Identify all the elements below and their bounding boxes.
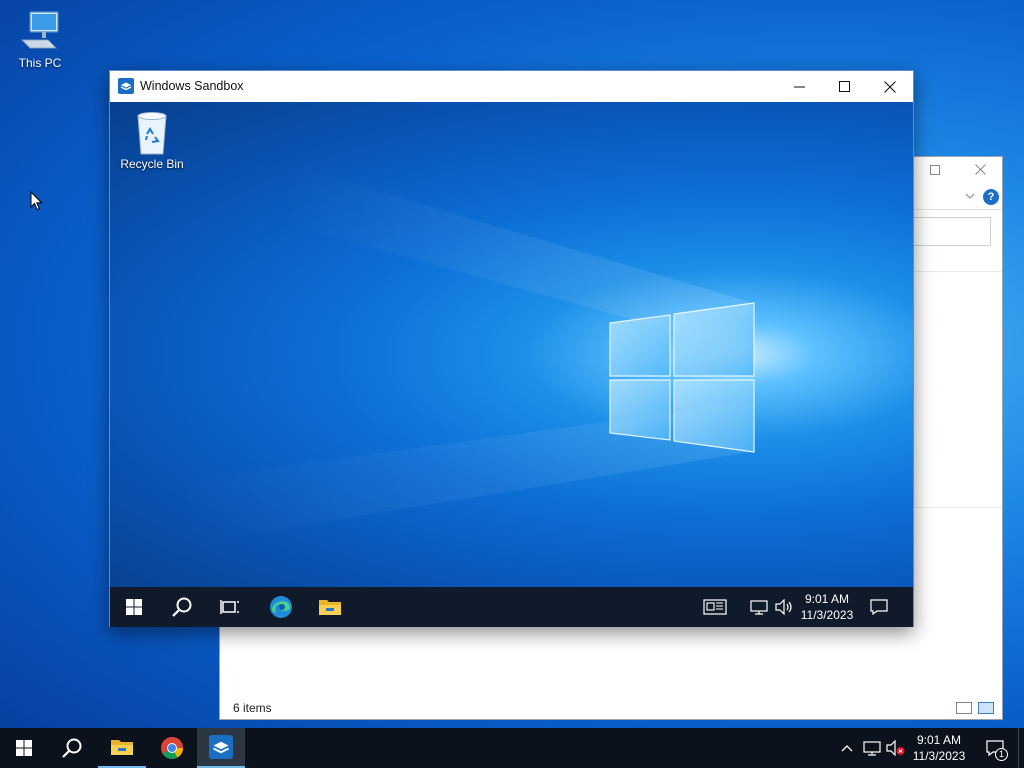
search-icon [62, 738, 82, 758]
recycle-bin-desktop-icon[interactable]: Recycle Bin [117, 110, 187, 171]
sandbox-notifications-button[interactable] [864, 587, 894, 627]
close-icon [884, 80, 896, 93]
chrome-taskbar-button[interactable] [148, 728, 196, 768]
this-pc-label: This PC [18, 56, 62, 70]
computer-icon [20, 11, 59, 49]
recycle-bin-icon [137, 112, 167, 155]
sandbox-edge-button[interactable] [257, 587, 305, 627]
volume-muted-icon [886, 740, 905, 756]
view-toggle-group [956, 702, 994, 714]
volume-icon [775, 599, 792, 615]
task-view-icon [220, 600, 239, 614]
sandbox-file-explorer-button[interactable] [306, 587, 354, 627]
network-button[interactable] [860, 728, 884, 768]
notifications-icon [870, 599, 888, 615]
windows-sandbox-taskbar-button[interactable] [197, 728, 245, 768]
start-icon [16, 740, 32, 756]
wallpaper-light-beams [170, 162, 750, 542]
volume-button[interactable] [884, 728, 908, 768]
sandbox-volume-button[interactable] [772, 587, 796, 627]
close-button[interactable] [867, 71, 913, 102]
show-desktop-button[interactable] [1018, 728, 1024, 768]
maximize-icon [838, 81, 850, 92]
clock-date: 11/3/2023 [912, 749, 966, 763]
sandbox-taskbar: 9:01 AM 11/3/2023 [110, 587, 913, 627]
file-explorer-icon [111, 740, 133, 755]
windows-logo-wallpaper [609, 302, 755, 453]
taskbar: 9:01 AM 11/3/2023 1 [0, 728, 1024, 768]
maximize-button[interactable] [821, 71, 867, 102]
windows-sandbox-icon [209, 735, 233, 759]
chrome-icon [161, 736, 183, 759]
maximize-icon [930, 165, 940, 175]
sandbox-search-button[interactable] [158, 587, 206, 627]
explorer-maximize-button[interactable] [923, 161, 947, 181]
file-explorer-icon [319, 600, 341, 615]
search-icon [172, 597, 192, 617]
this-pc-desktop-icon[interactable]: This PC [2, 10, 78, 70]
minimize-icon [793, 86, 805, 87]
chevron-up-icon [841, 745, 853, 752]
window-title: Windows Sandbox [140, 79, 244, 93]
clock-time: 9:01 AM [916, 733, 962, 747]
notification-count-badge: 1 [995, 748, 1008, 761]
start-button[interactable] [0, 728, 48, 768]
search-button[interactable] [48, 728, 96, 768]
explorer-close-button[interactable] [968, 161, 992, 181]
edge-icon [270, 596, 292, 618]
start-icon [126, 599, 142, 615]
show-hidden-icons-button[interactable] [836, 728, 858, 768]
ribbon-expand-chevron-icon[interactable] [965, 190, 975, 202]
sandbox-news-button[interactable] [695, 587, 735, 627]
sandbox-clock-time: 9:01 AM [804, 592, 850, 606]
network-icon [863, 741, 881, 756]
sandbox-desktop[interactable]: Recycle Bin [110, 102, 913, 587]
mouse-cursor-icon [30, 191, 43, 211]
minimize-button[interactable] [776, 71, 822, 102]
details-view-button[interactable] [956, 702, 972, 714]
windows-sandbox-icon [118, 78, 134, 94]
sandbox-clock[interactable]: 9:01 AM 11/3/2023 [798, 591, 856, 623]
recycle-bin-label: Recycle Bin [120, 157, 184, 171]
sandbox-network-button[interactable] [746, 587, 772, 627]
status-bar-item-count: 6 items [233, 701, 272, 715]
sandbox-clock-date: 11/3/2023 [800, 608, 854, 622]
file-explorer-taskbar-button[interactable] [98, 728, 146, 768]
large-icons-view-button[interactable] [978, 702, 994, 714]
notifications-button[interactable]: 1 [980, 728, 1010, 768]
help-button[interactable]: ? [983, 189, 999, 205]
network-icon [750, 600, 768, 615]
news-icon [703, 599, 727, 615]
taskbar-clock[interactable]: 9:01 AM 11/3/2023 [909, 732, 969, 764]
close-icon [974, 164, 986, 175]
sandbox-title-bar[interactable]: Windows Sandbox [110, 71, 913, 102]
sandbox-start-button[interactable] [110, 587, 158, 627]
windows-sandbox-window[interactable]: Windows Sandbox Recycle Bin 9:01 AM 11/3… [109, 70, 914, 627]
sandbox-task-view-button[interactable] [206, 587, 254, 627]
